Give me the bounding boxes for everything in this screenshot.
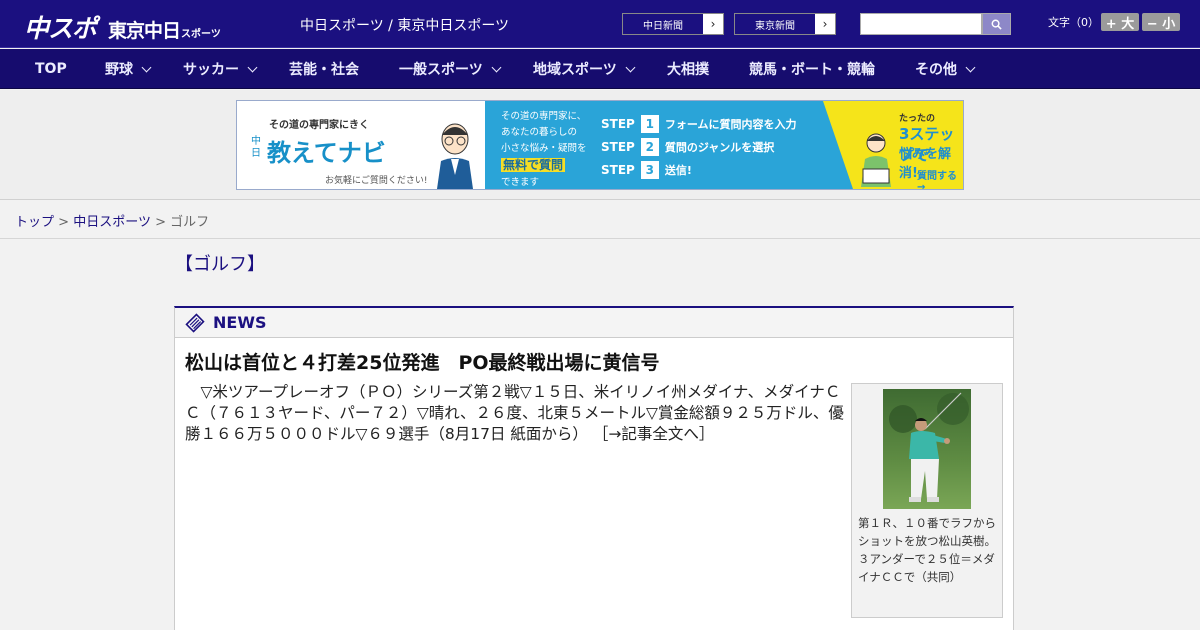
news-box: NEWS 松山は首位と４打差25位発進 PO最終戦出場に黄信号 ▽米ツアープレー…: [174, 306, 1014, 630]
nav-item-entertainment[interactable]: 芸能・社会: [289, 49, 359, 89]
ad-step-label: 質問のジャンルを選択: [664, 141, 775, 154]
article-body: ▽米ツアープレーオフ（ＰＯ）シリーズ第２戦▽１５日、米イリノイ州メダイナ、メダイ…: [185, 382, 845, 445]
font-size-increase-button[interactable]: + 大: [1101, 13, 1139, 32]
nav-item-other[interactable]: その他: [915, 49, 976, 89]
photo-caption: 第１Ｒ、１０番でラフからショットを放つ松山英樹。３アンダーで２５位＝メダイナＣＣ…: [858, 516, 996, 584]
ad-step-3: STEP 3 送信!: [601, 161, 692, 179]
chunichi-shimbun-button[interactable]: 中日新聞 ›: [622, 13, 724, 35]
main-nav: TOP 野球 サッカー 芸能・社会 一般スポーツ 地域スポーツ 大相撲 競馬・ボ…: [0, 49, 1200, 89]
breadcrumb-separator: >: [155, 215, 166, 230]
breadcrumb: トップ > 中日スポーツ > ゴルフ: [0, 201, 1200, 239]
chevron-right-icon: ›: [710, 17, 716, 31]
ad-vertical-text: 中日: [251, 136, 261, 159]
ad-area: その道の専門家にきく 中日 教えてナビ お気軽にご質問ください! その道の専門家…: [0, 90, 1200, 200]
breadcrumb-separator: >: [58, 215, 70, 230]
ad-divider: [823, 101, 853, 189]
news-header: NEWS: [175, 308, 1013, 338]
ad-top-text: その道の専門家にきく: [269, 120, 369, 131]
ad-free-badge: 無料で質問: [501, 158, 566, 172]
golfer-photo-image: [883, 389, 971, 509]
photo-box: 第１Ｒ、１０番でラフからショットを放つ松山英樹。３アンダーで２５位＝メダイナＣＣ…: [851, 383, 1003, 618]
chunichi-shimbun-label: 中日新聞: [623, 14, 703, 34]
advisor-illustration-icon: [437, 123, 473, 189]
ad-desc-line: 小さな悩み・疑問を: [501, 143, 587, 154]
ad-note: お気軽にご質問ください!: [325, 176, 428, 186]
ad-step-number: 2: [640, 138, 659, 156]
ad-step-2: STEP 2 質問のジャンルを選択: [601, 138, 774, 156]
site-links[interactable]: 中日スポーツ / 東京中日スポーツ: [300, 15, 509, 35]
logo-main-text: 中スポ: [24, 14, 97, 43]
breadcrumb-current: ゴルフ: [170, 215, 210, 230]
person-with-laptop-icon: [861, 133, 891, 187]
ad-desc-line: あなたの暮らしの: [501, 127, 578, 138]
nav-item-racing[interactable]: 競馬・ボート・競輪: [749, 49, 875, 89]
ad-step-1: STEP 1 フォームに質問内容を入力: [601, 115, 797, 133]
nav-label: 野球: [105, 62, 133, 78]
nav-label: 一般スポーツ: [399, 62, 483, 78]
ad-right-panel: たったの 3ステップで 悩みを解消! 質問する →: [823, 101, 963, 189]
chevron-right-icon: ›: [822, 17, 828, 31]
tokyo-shimbun-button[interactable]: 東京新聞 ›: [734, 13, 836, 35]
ad-step-number: 1: [640, 115, 659, 133]
tokyo-shimbun-label: 東京新聞: [735, 14, 815, 34]
ad-middle-panel: その道の専門家に、 あなたの暮らしの 小さな悩み・疑問を 無料で質問 できます …: [485, 101, 853, 189]
ad-step-label: 送信!: [664, 164, 692, 177]
nav-item-local-sports[interactable]: 地域スポーツ: [533, 49, 636, 89]
ad-left-panel: その道の専門家にきく 中日 教えてナビ お気軽にご質問ください!: [237, 101, 485, 189]
chevron-down-icon: [625, 62, 636, 72]
ad-banner[interactable]: その道の専門家にきく 中日 教えてナビ お気軽にご質問ください! その道の専門家…: [236, 100, 964, 190]
chevron-down-icon: [247, 62, 258, 72]
nav-item-baseball[interactable]: 野球: [105, 49, 152, 89]
nav-label: 競馬・ボート・競輪: [749, 62, 875, 78]
nav-label: 大相撲: [667, 62, 709, 78]
ad-step-word: STEP: [601, 163, 635, 177]
font-size-label: 文字（0）: [1048, 16, 1099, 29]
ad-desc-line: その道の専門家に、: [501, 111, 587, 122]
news-heading: NEWS: [213, 313, 267, 332]
site-header: 中スポ 東京中日 スポーツ 中日スポーツ / 東京中日スポーツ 中日新聞 › 東…: [0, 0, 1200, 48]
search-button[interactable]: [982, 13, 1011, 35]
ad-brand: 教えてナビ: [267, 139, 386, 167]
logo-sub-text: 東京中日: [108, 20, 181, 42]
search-icon: [991, 19, 1002, 30]
chevron-down-icon: [491, 62, 502, 72]
ad-step-word: STEP: [601, 140, 635, 154]
search-input[interactable]: [860, 13, 982, 35]
chevron-down-icon: [141, 62, 152, 72]
ad-step-number: 3: [640, 161, 659, 179]
nav-item-sumo[interactable]: 大相撲: [667, 49, 709, 89]
section-title: 【ゴルフ】: [175, 254, 265, 275]
logo-sub-small-text: スポーツ: [181, 29, 221, 40]
ad-step-label: フォームに質問内容を入力: [664, 118, 797, 131]
font-size-decrease-button[interactable]: − 小: [1142, 13, 1180, 32]
nav-label: 芸能・社会: [289, 62, 359, 78]
chevron-down-icon: [965, 62, 976, 72]
article-headline[interactable]: 松山は首位と４打差25位発進 PO最終戦出場に黄信号: [185, 348, 660, 375]
breadcrumb-top-link[interactable]: トップ: [15, 215, 54, 230]
nav-item-soccer[interactable]: サッカー: [183, 49, 258, 89]
breadcrumb-section-link[interactable]: 中日スポーツ: [73, 215, 151, 230]
site-logo[interactable]: 中スポ 東京中日 スポーツ: [24, 9, 221, 43]
nav-item-general-sports[interactable]: 一般スポーツ: [399, 49, 502, 89]
nav-label: 地域スポーツ: [533, 62, 617, 78]
ad-description: その道の専門家に、 あなたの暮らしの 小さな悩み・疑問を 無料で質問 できます: [501, 109, 587, 189]
nav-label: その他: [915, 62, 957, 78]
ad-desc-line: できます: [501, 177, 540, 188]
read-more-link[interactable]: ［→記事全文へ］: [593, 425, 715, 443]
nav-label: サッカー: [183, 62, 239, 78]
nav-item-top[interactable]: TOP: [35, 49, 67, 89]
newspaper-icon: [185, 312, 205, 333]
nav-label: TOP: [35, 61, 67, 77]
ad-step-word: STEP: [601, 117, 635, 131]
article-photo[interactable]: [883, 389, 971, 509]
ad-question-link[interactable]: 質問する →: [917, 167, 963, 189]
article-body-text: ▽米ツアープレーオフ（ＰＯ）シリーズ第２戦▽１５日、米イリノイ州メダイナ、メダイ…: [185, 383, 844, 443]
